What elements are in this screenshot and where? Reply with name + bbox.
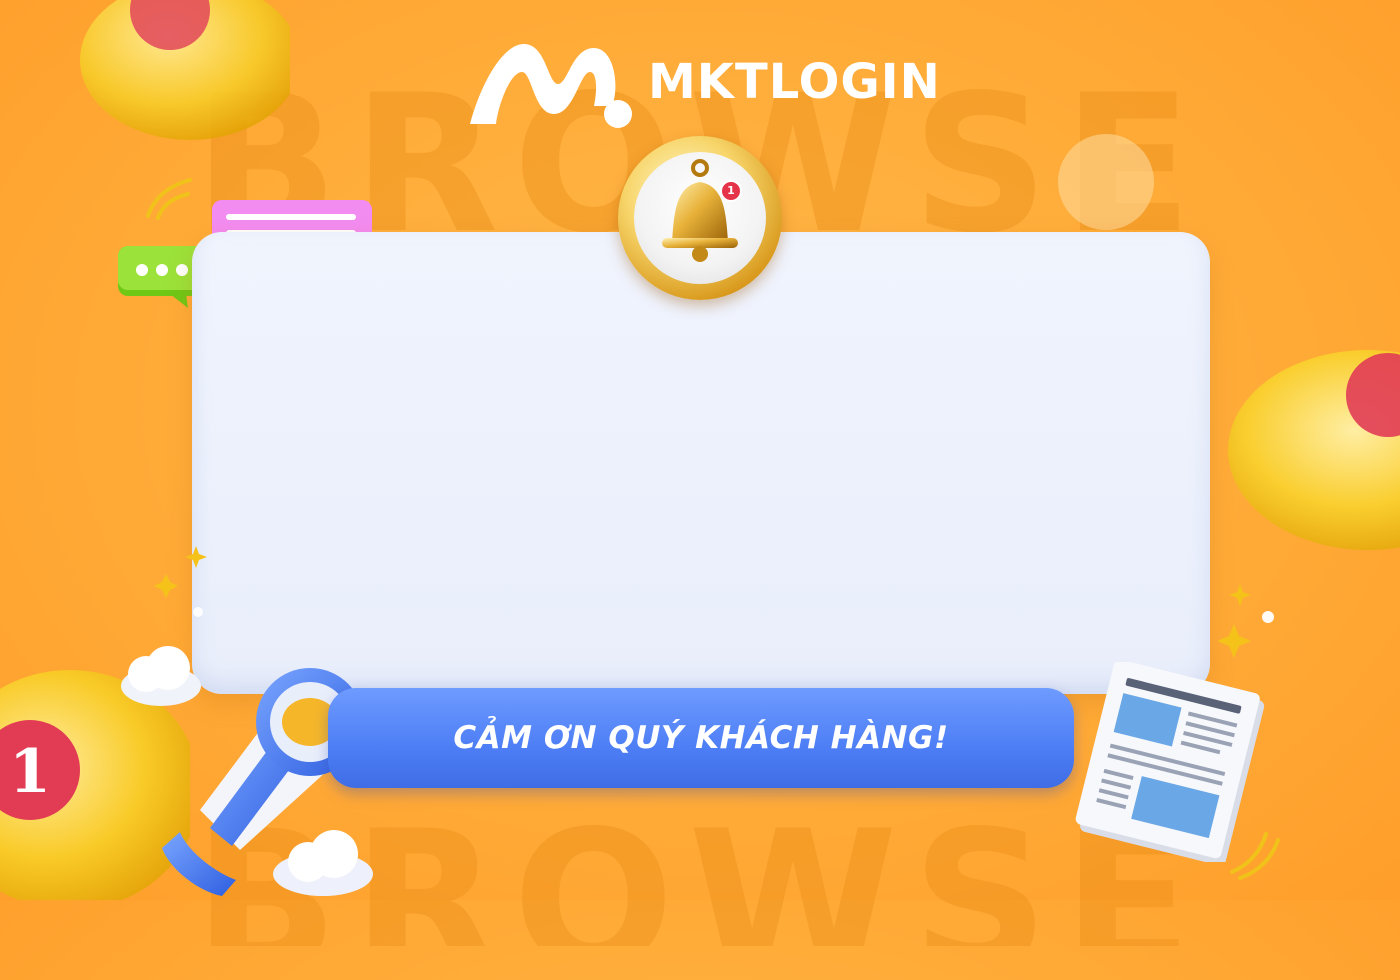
cloud-icon: [268, 828, 378, 900]
bell-icon: [662, 159, 738, 262]
brand-name: MKTLOGIN: [648, 54, 941, 110]
banner-text: CẢM ƠN QUÝ KHÁCH HÀNG!: [453, 720, 949, 756]
mktlogin-m-logo-icon: [470, 44, 632, 128]
content-panel: [192, 232, 1210, 694]
notification-badge: 1: [720, 180, 742, 202]
bell-icon: [40, 0, 300, 170]
brand-logo: MKTLOGIN: [460, 36, 960, 136]
sparkle-icon: [152, 540, 212, 620]
notification-medallion: 1: [618, 136, 782, 300]
sound-wave-decoration: [140, 172, 200, 222]
thank-you-banner: CẢM ƠN QUÝ KHÁCH HÀNG!: [328, 688, 1074, 788]
decorative-circle: [1058, 134, 1154, 230]
sound-wave-decoration: [1226, 820, 1286, 880]
bell-icon: [1218, 300, 1400, 560]
svg-text:1: 1: [9, 737, 51, 807]
sparkle-icon: [1217, 580, 1282, 664]
